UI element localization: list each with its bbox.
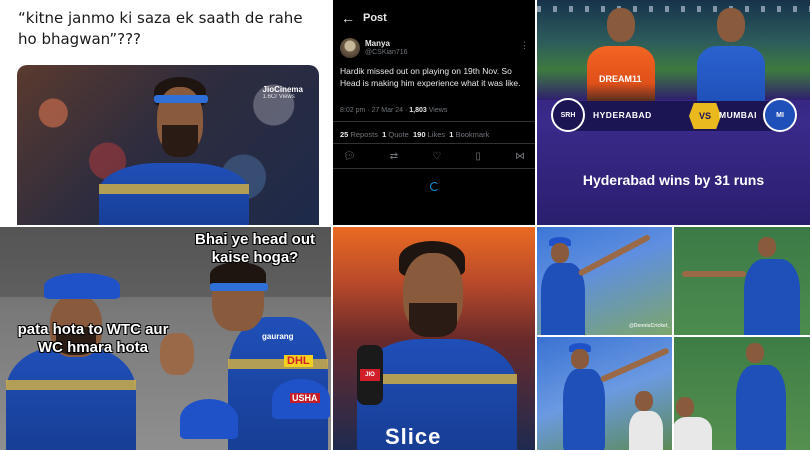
- reposts-count[interactable]: 25: [340, 130, 348, 139]
- post-stats: 25 Reposts 1 Quote 190 Likes 1 Bookmark: [340, 130, 489, 139]
- sponsor-usha: USHA: [290, 393, 320, 403]
- jiocinema-watermark: JioCinema 1.6Cr Views: [263, 85, 303, 100]
- collage-cell-4: [674, 337, 810, 450]
- post-views-label: Views: [428, 107, 448, 114]
- collage-cell-3: [537, 337, 672, 450]
- bookmarks-count[interactable]: 1: [449, 130, 453, 139]
- microphone-icon: JIO: [357, 345, 383, 405]
- likes-count[interactable]: 190: [413, 130, 426, 139]
- user-display-name[interactable]: Manya: [365, 39, 390, 48]
- watermark-text: JioCinema: [262, 85, 303, 94]
- mi-player: [697, 8, 765, 108]
- player-headband: [154, 95, 208, 103]
- share-icon[interactable]: ⋈: [515, 151, 525, 162]
- bookmarks-label[interactable]: Bookmark: [456, 130, 490, 139]
- celebration-collage-panel: @DennisCricket_: [537, 227, 810, 450]
- hardik-photo: JioCinema 1.6Cr Views: [17, 65, 319, 225]
- post-header-title: Post: [363, 12, 387, 24]
- mic-tag: JIO: [360, 369, 380, 381]
- post-actions: 💬︎ ⇄ ♡ ▯ ⋈: [343, 151, 525, 162]
- quotes-label[interactable]: Quote: [388, 130, 408, 139]
- match-result-text: Hyderabad wins by 31 runs: [582, 172, 765, 188]
- user-handle[interactable]: @CSKian716: [365, 49, 408, 56]
- player-beard: [409, 303, 457, 337]
- reply-icon[interactable]: 💬︎: [343, 151, 356, 162]
- divider: [333, 121, 535, 122]
- srh-sponsor: DREAM11: [599, 74, 642, 84]
- player-beard: [162, 125, 198, 157]
- collage-cell-1: [537, 227, 672, 335]
- bookmark-icon[interactable]: ▯: [475, 151, 481, 162]
- bottom-player-cap: [180, 399, 238, 439]
- post-views-count: 1,803: [409, 107, 427, 114]
- right-player-headband: [210, 283, 268, 291]
- home-team-name: HYDERABAD: [593, 110, 652, 120]
- meme-panel-hardik-frustrated: “kitne janmo ki saza ek saath de rahe ho…: [0, 0, 331, 225]
- repost-icon[interactable]: ⇄: [390, 151, 398, 162]
- player-jersey: [99, 163, 249, 225]
- srh-player: DREAM11: [587, 8, 655, 108]
- meme-panel-head-out: gaurang DHL USHA Bhai ye head out kaise …: [0, 227, 331, 450]
- chest-sponsor: Slice: [385, 424, 442, 449]
- vs-badge: VS: [689, 103, 721, 129]
- watermark-views: 1.6Cr Views: [262, 94, 295, 100]
- post-body: Hardik missed out on playing on 19th Nov…: [340, 66, 521, 88]
- x-post-panel: ← Post Manya @CSKian716 ⋮ Hardik missed …: [333, 0, 535, 225]
- back-arrow-icon[interactable]: ←: [333, 10, 363, 26]
- post-topbar: ← Post: [333, 0, 535, 36]
- loading-spinner-icon: [430, 182, 439, 191]
- mi-logo-icon: MI: [763, 98, 797, 132]
- collage-cell-2: [674, 227, 810, 335]
- quotes-count[interactable]: 1: [382, 130, 386, 139]
- post-timestamp: 8:02 pm · 27 Mar 24 ·: [340, 107, 408, 114]
- left-player-cap: [44, 273, 120, 299]
- like-icon[interactable]: ♡: [432, 151, 441, 162]
- more-options-icon[interactable]: ⋮: [520, 40, 529, 51]
- meme-bottom-text: pata hota to WTC aur WC hmara hota: [17, 321, 169, 356]
- teams-bar: [551, 101, 797, 131]
- meme-caption: “kitne janmo ki saza ek saath de rahe ho…: [18, 9, 303, 48]
- stadium-background: [537, 0, 810, 100]
- meme-top-text: Bhai ye head out kaise hoga?: [194, 231, 316, 266]
- divider: [333, 143, 535, 144]
- likes-label[interactable]: Likes: [428, 130, 446, 139]
- post-meta: 8:02 pm · 27 Mar 24 · 1,803 Views: [340, 107, 447, 114]
- srh-logo-icon: SRH: [551, 98, 585, 132]
- match-result-panel: DREAM11 SRH MI HYDERABAD VS MUMBAI Hyder…: [537, 0, 810, 225]
- divider: [333, 168, 535, 169]
- sponsor-gaurang: gaurang: [262, 332, 294, 341]
- reposts-label[interactable]: Reposts: [350, 130, 378, 139]
- collage-watermark: @DennisCricket_: [629, 323, 671, 329]
- sponsor-dhl: DHL: [284, 355, 313, 367]
- away-team-name: MUMBAI: [719, 110, 757, 120]
- left-player-jersey: [6, 347, 136, 450]
- interview-panel: JIO Slice: [333, 227, 535, 450]
- user-avatar[interactable]: [340, 38, 360, 58]
